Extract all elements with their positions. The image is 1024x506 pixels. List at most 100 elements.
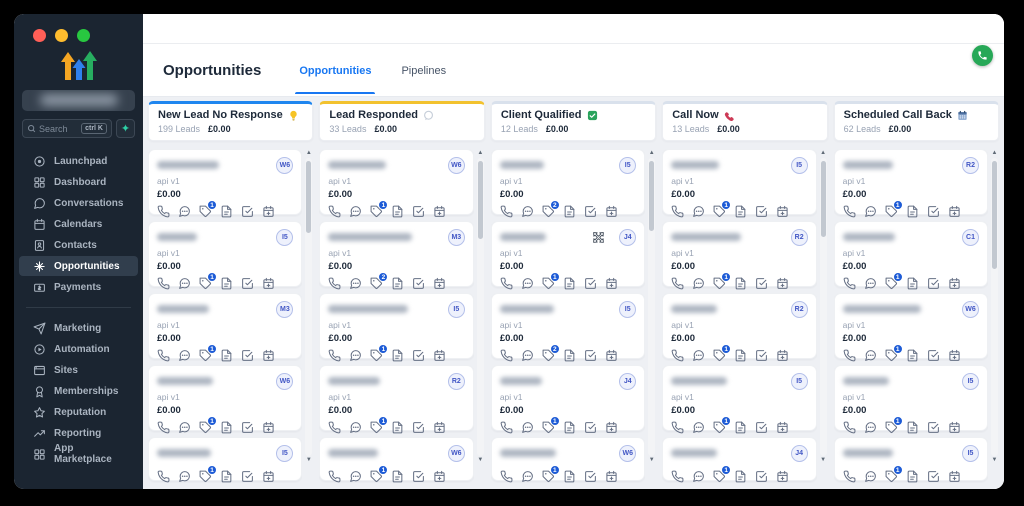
tag-icon[interactable]: 1 (885, 277, 898, 290)
opportunity-card[interactable]: R2api v1£0.001 (662, 221, 816, 287)
sidebar-item-calendars[interactable]: Calendars (19, 214, 138, 234)
phone-icon[interactable] (843, 277, 856, 290)
opportunity-card[interactable]: I5api v1£0.001 (662, 365, 816, 431)
note-icon[interactable] (391, 470, 404, 483)
phone-icon[interactable] (328, 349, 341, 362)
sidebar-item-opportunities[interactable]: Opportunities (19, 256, 138, 276)
opportunity-card[interactable]: I51 (834, 437, 988, 481)
phone-icon[interactable] (671, 277, 684, 290)
note-icon[interactable] (734, 205, 747, 218)
calendar-add-icon[interactable] (433, 349, 446, 362)
chat-icon[interactable] (178, 349, 191, 362)
quick-add-button[interactable]: ✦ (116, 119, 135, 138)
task-icon[interactable] (241, 277, 254, 290)
note-icon[interactable] (220, 349, 233, 362)
scroll-up-icon[interactable]: ▲ (820, 149, 826, 158)
note-icon[interactable] (563, 205, 576, 218)
phone-icon[interactable] (328, 470, 341, 483)
opportunity-card[interactable]: R2api v1£0.001 (834, 149, 988, 215)
sidebar-item-sites[interactable]: Sites (19, 360, 138, 380)
opportunity-card[interactable]: W6api v1£0.001 (148, 149, 302, 215)
scroll-up-icon[interactable]: ▲ (649, 149, 655, 158)
phone-icon[interactable] (157, 205, 170, 218)
calendar-add-icon[interactable] (948, 470, 961, 483)
scrollbar-thumb[interactable] (649, 161, 654, 231)
sidebar-item-reputation[interactable]: Reputation (19, 402, 138, 422)
task-icon[interactable] (927, 421, 940, 434)
opportunity-card[interactable]: W6api v1£0.001 (319, 149, 473, 215)
phone-icon[interactable] (328, 205, 341, 218)
task-icon[interactable] (755, 349, 768, 362)
tag-icon[interactable]: 1 (370, 349, 383, 362)
tag-icon[interactable]: 2 (542, 349, 555, 362)
scroll-up-icon[interactable]: ▲ (992, 149, 998, 158)
opportunity-card[interactable]: I5api v1£0.001 (662, 149, 816, 215)
scroll-down-icon[interactable]: ▼ (306, 456, 312, 465)
chat-icon[interactable] (349, 349, 362, 362)
tab-opportunities[interactable]: Opportunities (297, 46, 373, 94)
calendar-add-icon[interactable] (433, 277, 446, 290)
scroll-up-icon[interactable]: ▲ (306, 149, 312, 158)
opportunity-card[interactable]: I5api v1£0.001 (148, 221, 302, 287)
opportunity-card[interactable]: R2api v1£0.001 (662, 293, 816, 359)
opportunity-card[interactable]: C1api v1£0.001 (834, 221, 988, 287)
sidebar-item-reporting[interactable]: Reporting (19, 423, 138, 443)
note-icon[interactable] (220, 277, 233, 290)
task-icon[interactable] (412, 470, 425, 483)
task-icon[interactable] (412, 349, 425, 362)
chat-icon[interactable] (178, 277, 191, 290)
scroll-down-icon[interactable]: ▼ (820, 456, 826, 465)
tag-icon[interactable]: 1 (713, 470, 726, 483)
note-icon[interactable] (220, 421, 233, 434)
scroll-down-icon[interactable]: ▼ (649, 456, 655, 465)
scrollbar-thumb[interactable] (478, 161, 483, 239)
sidebar-item-marketing[interactable]: Marketing (19, 318, 138, 338)
chat-icon[interactable] (521, 470, 534, 483)
note-icon[interactable] (220, 205, 233, 218)
task-icon[interactable] (412, 205, 425, 218)
note-icon[interactable] (906, 205, 919, 218)
opportunity-card[interactable]: I5api v1£0.002 (491, 293, 645, 359)
note-icon[interactable] (734, 421, 747, 434)
task-icon[interactable] (927, 205, 940, 218)
phone-icon[interactable] (500, 205, 513, 218)
task-icon[interactable] (412, 277, 425, 290)
calendar-add-icon[interactable] (776, 277, 789, 290)
task-icon[interactable] (412, 421, 425, 434)
note-icon[interactable] (563, 349, 576, 362)
task-icon[interactable] (241, 205, 254, 218)
calendar-add-icon[interactable] (776, 349, 789, 362)
column-scrollbar[interactable]: ▲▼ (476, 149, 485, 465)
calendar-add-icon[interactable] (776, 205, 789, 218)
calendar-add-icon[interactable] (605, 470, 618, 483)
opportunity-card[interactable]: J4api v1£0.001 (491, 365, 645, 431)
calendar-add-icon[interactable] (433, 470, 446, 483)
column-scrollbar[interactable]: ▲▼ (647, 149, 656, 465)
note-icon[interactable] (391, 349, 404, 362)
chat-icon[interactable] (692, 349, 705, 362)
note-icon[interactable] (906, 470, 919, 483)
task-icon[interactable] (584, 349, 597, 362)
note-icon[interactable] (391, 205, 404, 218)
phone-icon[interactable] (500, 421, 513, 434)
column-scrollbar[interactable]: ▲▼ (819, 149, 828, 465)
chat-icon[interactable] (692, 421, 705, 434)
tag-icon[interactable]: 2 (542, 205, 555, 218)
chat-icon[interactable] (521, 349, 534, 362)
chat-icon[interactable] (864, 205, 877, 218)
tag-icon[interactable]: 1 (199, 349, 212, 362)
phone-icon[interactable] (671, 470, 684, 483)
sidebar-item-contacts[interactable]: Contacts (19, 235, 138, 255)
opportunity-card[interactable]: M3api v1£0.002 (319, 221, 473, 287)
phone-icon[interactable] (157, 277, 170, 290)
chat-icon[interactable] (864, 421, 877, 434)
chat-icon[interactable] (692, 277, 705, 290)
sidebar-item-automation[interactable]: Automation (19, 339, 138, 359)
calendar-add-icon[interactable] (262, 349, 275, 362)
note-icon[interactable] (906, 349, 919, 362)
chat-icon[interactable] (521, 421, 534, 434)
call-widget-button[interactable] (972, 45, 993, 66)
opportunity-card[interactable]: M3api v1£0.001 (148, 293, 302, 359)
chat-icon[interactable] (178, 421, 191, 434)
calendar-add-icon[interactable] (605, 349, 618, 362)
